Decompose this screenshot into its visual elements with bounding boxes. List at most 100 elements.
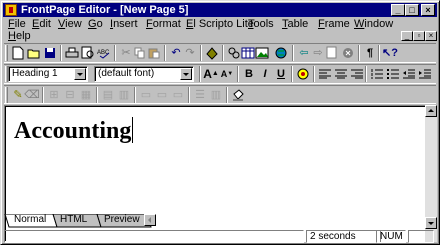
insert-cell-icon[interactable]: ▦ xyxy=(78,87,94,103)
align-right-icon[interactable] xyxy=(349,66,365,82)
bulleted-list-icon[interactable] xyxy=(385,66,401,82)
show-paragraph-marks-icon[interactable]: ¶ xyxy=(362,45,378,61)
underline-button[interactable]: U xyxy=(273,66,289,82)
status-ovr xyxy=(408,230,434,243)
decrease-indent-icon[interactable] xyxy=(401,66,417,82)
center-vertically-icon[interactable]: ▭ xyxy=(154,87,170,103)
menu-frame[interactable]: Frame xyxy=(318,18,350,30)
webbot-component-icon[interactable] xyxy=(204,45,220,61)
toolbar-separator xyxy=(164,45,166,61)
status-bar: Normal HTML Preview 2 seconds NUM xyxy=(4,214,436,243)
toolbar-grip[interactable] xyxy=(5,87,8,103)
redo-icon[interactable]: ↷ xyxy=(182,45,198,61)
close-button[interactable]: × xyxy=(421,4,435,16)
print-icon[interactable] xyxy=(64,45,80,61)
save-icon[interactable] xyxy=(42,45,58,61)
status-num: NUM xyxy=(376,230,406,243)
refresh-page-icon[interactable] xyxy=(324,45,340,61)
toolbar-separator xyxy=(96,87,98,103)
vertical-scrollbar[interactable] xyxy=(425,105,437,242)
menu-edit[interactable]: Edit xyxy=(32,18,51,30)
hyperlink-globe-icon[interactable] xyxy=(274,45,290,61)
toolbar-separator xyxy=(358,45,360,61)
tab-scroll-button[interactable] xyxy=(144,214,156,226)
toolbar-separator xyxy=(222,45,224,61)
toolbar-separator xyxy=(114,45,116,61)
standard-toolbar: ABC ✂ ↶ ↷ ⇦ ⇨ ¶ ↖? xyxy=(4,43,436,63)
font-select[interactable]: (default font) xyxy=(94,66,194,82)
menu-table[interactable]: Table xyxy=(282,18,308,30)
toolbar-separator xyxy=(134,87,136,103)
insert-image-icon[interactable] xyxy=(254,45,270,61)
tab-normal[interactable]: Normal xyxy=(10,214,50,226)
stop-icon[interactable] xyxy=(340,45,356,61)
insert-rows-icon[interactable]: ⊞ xyxy=(46,87,62,103)
format-toolbar: Heading 1 (default font) A ▲ A ▼ B I U xyxy=(4,64,436,84)
italic-button[interactable]: I xyxy=(257,66,273,82)
align-left-icon[interactable] xyxy=(317,66,333,82)
frontpage-app-icon[interactable] xyxy=(5,4,17,16)
app-window: FrontPage Editor - [New Page 5] _ □ × Fi… xyxy=(0,0,440,245)
chevron-down-icon[interactable] xyxy=(74,68,86,80)
menu-file[interactable]: File xyxy=(8,18,26,30)
align-top-icon[interactable]: ▭ xyxy=(138,87,154,103)
menu-window[interactable]: Window xyxy=(354,18,393,30)
toolbar-grip[interactable] xyxy=(5,45,8,61)
spelling-icon[interactable]: ABC xyxy=(96,45,112,61)
distribute-columns-icon[interactable]: ▥ xyxy=(208,87,224,103)
new-page-icon[interactable] xyxy=(10,45,26,61)
split-cells-icon[interactable]: ▥ xyxy=(116,87,132,103)
view-tabs: Normal HTML Preview xyxy=(4,214,304,228)
title-bar[interactable]: FrontPage Editor - [New Page 5] _ □ × xyxy=(3,3,437,17)
toolbar-separator xyxy=(226,87,228,103)
toolbar-separator xyxy=(42,87,44,103)
decrease-text-size-icon[interactable]: A ▼ xyxy=(219,66,235,82)
increase-text-size-icon[interactable]: A ▲ xyxy=(203,66,219,82)
insert-columns-icon[interactable]: ⊟ xyxy=(62,87,78,103)
doc-close-button[interactable]: × xyxy=(425,31,437,41)
paragraph-style-select[interactable]: Heading 1 xyxy=(8,66,88,82)
merge-cells-icon[interactable]: ▤ xyxy=(100,87,116,103)
svg-text:ABC: ABC xyxy=(97,50,110,56)
menu-go[interactable]: Go xyxy=(88,18,103,30)
increase-indent-icon[interactable] xyxy=(417,66,433,82)
menu-help[interactable]: Help xyxy=(8,30,31,42)
print-preview-icon[interactable] xyxy=(80,45,96,61)
scroll-up-button[interactable] xyxy=(425,105,437,117)
help-pointer-icon[interactable]: ↖? xyxy=(382,45,398,61)
text-color-icon[interactable] xyxy=(295,66,311,82)
open-folder-icon[interactable] xyxy=(26,45,42,61)
toolbar-separator xyxy=(237,66,239,82)
doc-minimize-button[interactable]: _ xyxy=(401,31,413,41)
toolbar-separator xyxy=(313,66,315,82)
table-toolbar: ✎ ⌫ ⊞ ⊟ ▦ ▤ ▥ ▭ ▭ ▭ ☰ ▥ xyxy=(4,85,436,104)
maximize-button[interactable]: □ xyxy=(405,4,419,16)
paste-icon[interactable] xyxy=(146,45,162,61)
menu-bar: File Edit View Go Insert Format El Scrip… xyxy=(4,18,436,42)
font-value: (default font) xyxy=(98,68,155,79)
bold-button[interactable]: B xyxy=(241,66,257,82)
menu-format[interactable]: Format xyxy=(146,18,181,30)
scroll-down-button[interactable] xyxy=(425,217,437,229)
tab-html[interactable]: HTML xyxy=(56,214,91,226)
minimize-button[interactable]: _ xyxy=(391,4,405,16)
align-bottom-icon[interactable]: ▭ xyxy=(170,87,186,103)
distribute-rows-icon[interactable]: ☰ xyxy=(192,87,208,103)
tab-preview[interactable]: Preview xyxy=(100,214,144,226)
menu-insert[interactable]: Insert xyxy=(110,18,138,30)
toolbar-separator xyxy=(291,66,293,82)
toolbar-separator xyxy=(292,45,294,61)
toolbar-separator xyxy=(365,66,367,82)
doc-restore-button[interactable]: ▫ xyxy=(413,31,425,41)
menu-el-scripto-lite[interactable]: El Scripto Lite xyxy=(186,18,254,30)
eraser-icon[interactable]: ⌫ xyxy=(24,87,40,103)
fill-color-bucket-icon[interactable] xyxy=(230,87,246,103)
menu-tools[interactable]: Tools xyxy=(248,18,274,30)
align-center-icon[interactable] xyxy=(333,66,349,82)
document-heading[interactable]: Accounting xyxy=(14,116,134,146)
chevron-down-icon[interactable] xyxy=(180,68,192,80)
toolbar-separator xyxy=(200,45,202,61)
menu-view[interactable]: View xyxy=(58,18,82,30)
numbered-list-icon[interactable] xyxy=(369,66,385,82)
paragraph-style-value: Heading 1 xyxy=(12,68,58,79)
